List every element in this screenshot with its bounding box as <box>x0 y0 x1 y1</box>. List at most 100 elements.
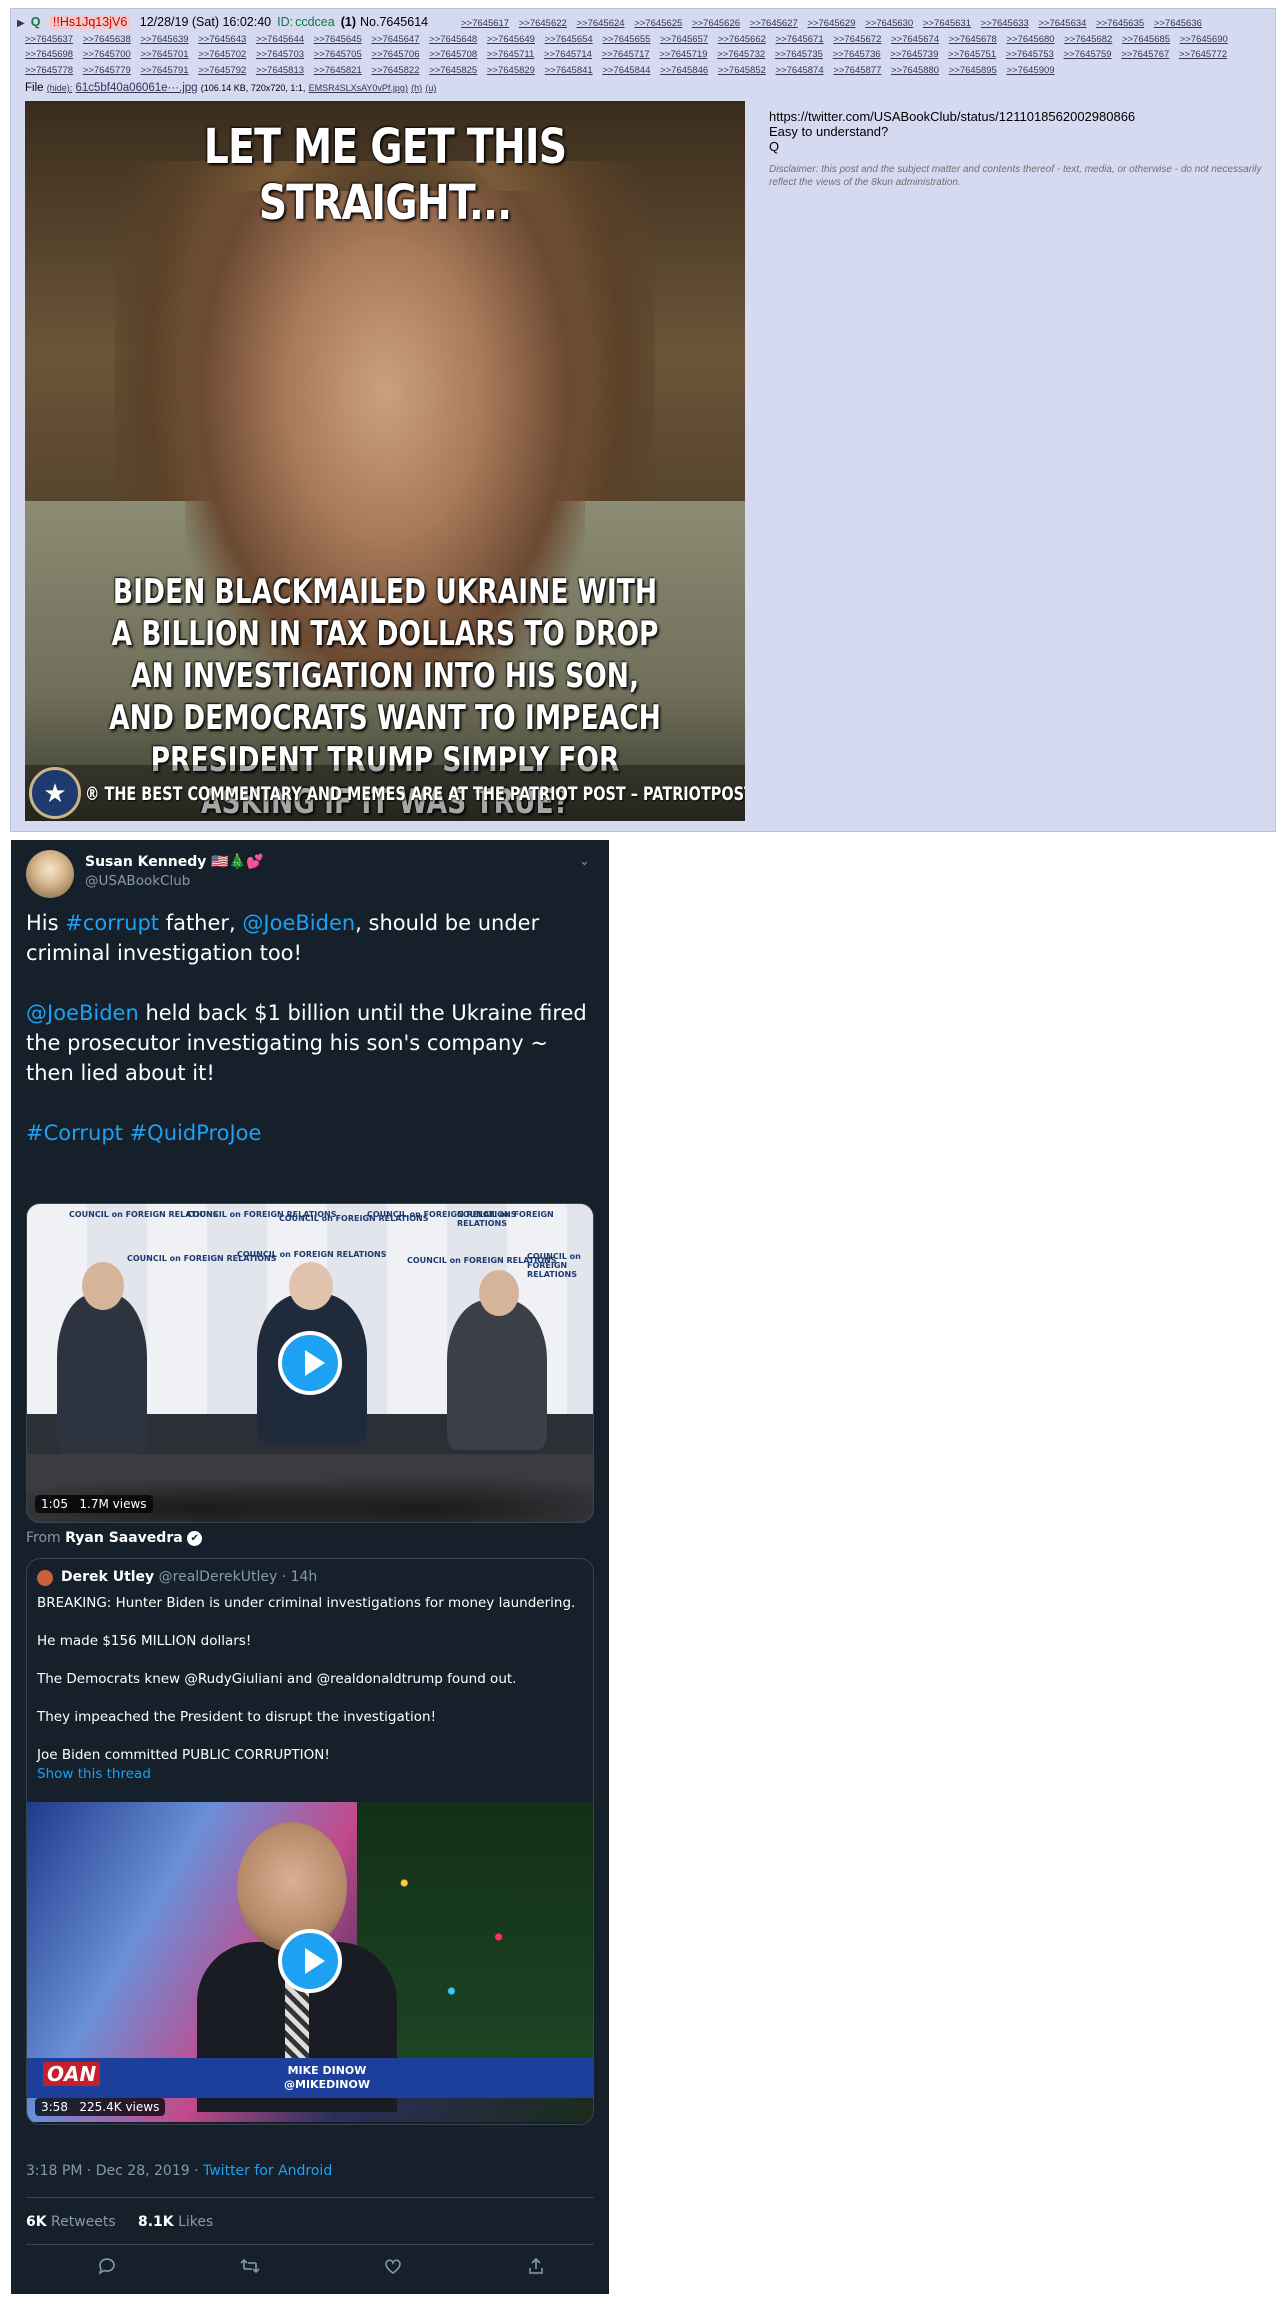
backlink[interactable]: >>7645690 <box>1180 34 1228 45</box>
backlink[interactable]: >>7645874 <box>776 65 824 76</box>
backlink[interactable]: >>7645753 <box>1006 49 1054 60</box>
tweet-source-link[interactable]: Twitter for Android <box>203 2163 332 2179</box>
backlink[interactable]: >>7645627 <box>750 18 798 29</box>
backlink[interactable]: >>7645680 <box>1006 34 1054 45</box>
backlink[interactable]: >>7645717 <box>602 49 650 60</box>
file-u-link[interactable]: (u) <box>425 83 436 93</box>
backlink[interactable]: >>7645735 <box>775 49 823 60</box>
file-hide-link[interactable]: (hide): <box>47 83 73 93</box>
play-icon[interactable] <box>278 1331 342 1395</box>
backlink[interactable]: >>7645626 <box>692 18 740 29</box>
backlink[interactable]: >>7645702 <box>198 49 246 60</box>
backlink[interactable]: >>7645647 <box>371 34 419 45</box>
backlink[interactable]: >>7645877 <box>833 65 881 76</box>
backlink[interactable]: >>7645624 <box>576 18 624 29</box>
backlink[interactable]: >>7645829 <box>487 65 535 76</box>
backlink[interactable]: >>7645732 <box>717 49 765 60</box>
backlink[interactable]: >>7645706 <box>371 49 419 60</box>
quoted-tweet[interactable]: Derek Utley @realDerekUtley · 14h BREAKI… <box>26 1558 594 2125</box>
file-h-link[interactable]: (h) <box>411 83 422 93</box>
backlink[interactable]: >>7645625 <box>634 18 682 29</box>
post-image[interactable]: LET ME GET THIS STRAIGHT... BIDEN BLACKM… <box>25 101 745 821</box>
like-count[interactable]: 8.1K Likes <box>138 2214 213 2230</box>
mention-link[interactable]: @JoeBiden <box>242 911 355 935</box>
quoted-author-handle[interactable]: @realDerekUtley <box>159 1569 278 1585</box>
source-account-link[interactable]: Ryan Saavedra <box>65 1530 183 1546</box>
backlink[interactable]: >>7645685 <box>1122 34 1170 45</box>
backlink[interactable]: >>7645633 <box>981 18 1029 29</box>
show-thread-link[interactable]: Show this thread <box>37 1765 582 1784</box>
backlink[interactable]: >>7645822 <box>371 65 419 76</box>
backlink[interactable]: >>7645821 <box>314 65 362 76</box>
backlink[interactable]: >>7645639 <box>140 34 188 45</box>
tweet-author-handle[interactable]: @USABookClub <box>85 873 190 889</box>
backlink[interactable]: >>7645635 <box>1096 18 1144 29</box>
heart-icon[interactable] <box>378 2256 408 2281</box>
backlink[interactable]: >>7645630 <box>865 18 913 29</box>
video-player[interactable]: COUNCIL on FOREIGN RELATIONS COUNCIL on … <box>26 1203 594 1523</box>
backlink[interactable]: >>7645705 <box>314 49 362 60</box>
backlink[interactable]: >>7645701 <box>140 49 188 60</box>
backlink[interactable]: >>7645682 <box>1064 34 1112 45</box>
backlink[interactable]: >>7645637 <box>25 34 73 45</box>
backlink[interactable]: >>7645631 <box>923 18 971 29</box>
backlink[interactable]: >>7645909 <box>1006 65 1054 76</box>
backlink[interactable]: >>7645844 <box>602 65 650 76</box>
backlink[interactable]: >>7645759 <box>1064 49 1112 60</box>
backlink[interactable]: >>7645643 <box>198 34 246 45</box>
backlink[interactable]: >>7645638 <box>83 34 131 45</box>
backlink[interactable]: >>7645767 <box>1121 49 1169 60</box>
backlink[interactable]: >>7645739 <box>890 49 938 60</box>
backlink[interactable]: >>7645644 <box>256 34 304 45</box>
reply-icon[interactable] <box>92 2256 122 2281</box>
backlink[interactable]: >>7645719 <box>659 49 707 60</box>
backlink[interactable]: >>7645662 <box>718 34 766 45</box>
backlink[interactable]: >>7645736 <box>833 49 881 60</box>
backlink[interactable]: >>7645617 <box>461 18 509 29</box>
avatar[interactable] <box>37 1570 53 1586</box>
backlink[interactable]: >>7645700 <box>83 49 131 60</box>
backlink[interactable]: >>7645698 <box>25 49 73 60</box>
backlink[interactable]: >>7645654 <box>545 34 593 45</box>
play-icon[interactable] <box>278 1929 342 1993</box>
backlink[interactable]: >>7645636 <box>1154 18 1202 29</box>
hashtag-link[interactable]: #QuidProJoe <box>130 1121 262 1145</box>
expand-arrow-icon[interactable]: ▶ <box>17 18 25 29</box>
backlink[interactable]: >>7645648 <box>429 34 477 45</box>
backlink[interactable]: >>7645634 <box>1038 18 1086 29</box>
backlink[interactable]: >>7645708 <box>429 49 477 60</box>
backlink[interactable]: >>7645645 <box>314 34 362 45</box>
backlink[interactable]: >>7645778 <box>25 65 73 76</box>
backlink[interactable]: >>7645792 <box>198 65 246 76</box>
backlink[interactable]: >>7645813 <box>256 65 304 76</box>
backlink[interactable]: >>7645622 <box>519 18 567 29</box>
backlink[interactable]: >>7645825 <box>429 65 477 76</box>
backlink[interactable]: >>7645678 <box>949 34 997 45</box>
backlink[interactable]: >>7645895 <box>949 65 997 76</box>
backlink[interactable]: >>7645672 <box>833 34 881 45</box>
mention-link[interactable]: @JoeBiden <box>26 1001 139 1025</box>
backlink[interactable]: >>7645671 <box>776 34 824 45</box>
backlink[interactable]: >>7645751 <box>948 49 996 60</box>
hashtag-link[interactable]: #corrupt <box>65 911 159 935</box>
backlink[interactable]: >>7645629 <box>807 18 855 29</box>
retweet-count[interactable]: 6K Retweets <box>26 2214 116 2230</box>
backlink[interactable]: >>7645841 <box>545 65 593 76</box>
file-original-name[interactable]: EMSR4SLXsAY0vPf.jpg) <box>309 83 408 93</box>
video-player[interactable]: OAN MIKE DINOW @MIKEDINOW 3:58 225.4K vie… <box>27 1802 593 2122</box>
backlink[interactable]: >>7645649 <box>487 34 535 45</box>
backlink[interactable]: >>7645711 <box>487 49 534 60</box>
backlink[interactable]: >>7645779 <box>83 65 131 76</box>
quoted-author-name[interactable]: Derek Utley <box>61 1569 154 1585</box>
retweet-icon[interactable] <box>235 2256 265 2281</box>
chevron-down-icon[interactable]: ⌄ <box>579 854 590 869</box>
backlink[interactable]: >>7645846 <box>660 65 708 76</box>
share-icon[interactable] <box>521 2256 551 2281</box>
backlink[interactable]: >>7645655 <box>602 34 650 45</box>
backlink[interactable]: >>7645657 <box>660 34 708 45</box>
hashtag-link[interactable]: #Corrupt <box>26 1121 123 1145</box>
file-name-link[interactable]: 61c5bf40a06061e···.jpg <box>75 82 197 94</box>
backlink[interactable]: >>7645714 <box>544 49 592 60</box>
backlink[interactable]: >>7645880 <box>891 65 939 76</box>
tweet-author-name[interactable]: Susan Kennedy 🇺🇸🎄💕 <box>85 854 264 870</box>
